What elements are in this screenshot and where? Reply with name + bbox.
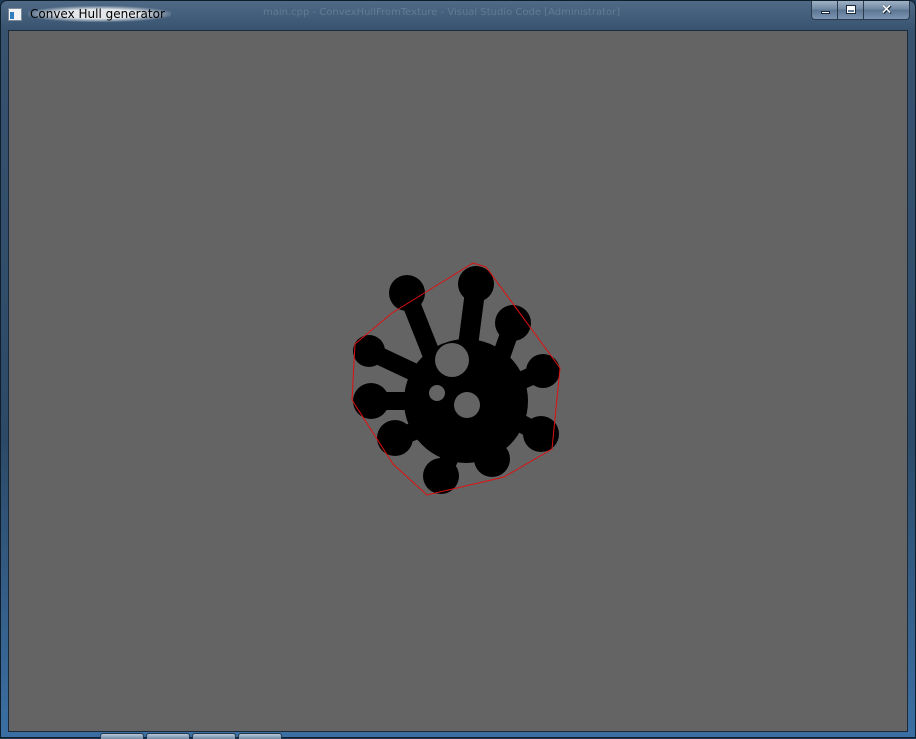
maximize-icon: [846, 5, 856, 14]
taskbar-buttons: [100, 733, 282, 739]
minimize-button[interactable]: [811, 1, 838, 20]
minimize-icon: [821, 11, 830, 14]
taskbar-button[interactable]: [192, 733, 236, 739]
virus-hole-small: [429, 385, 445, 401]
render-canvas[interactable]: [8, 30, 908, 732]
window-app-icon[interactable]: [8, 8, 22, 21]
virus-shape-icon: [353, 266, 560, 494]
window-title: Convex Hull generator: [28, 6, 171, 22]
taskbar-button[interactable]: [100, 733, 144, 739]
close-icon: ✕: [880, 2, 893, 18]
canvas-drawing: [351, 262, 561, 496]
taskbar-button[interactable]: [146, 733, 190, 739]
taskbar-button[interactable]: [238, 733, 282, 739]
app-window: main.cpp - ConvexHullFromTexture - Visua…: [0, 0, 916, 738]
maximize-button[interactable]: [838, 1, 864, 20]
background-window-title: main.cpp - ConvexHullFromTexture - Visua…: [263, 7, 621, 18]
virus-hole-large: [435, 343, 469, 377]
caption-buttons: ✕: [811, 1, 910, 20]
virus-hole-medium: [454, 392, 480, 418]
close-button[interactable]: ✕: [864, 1, 910, 20]
title-bar[interactable]: main.cpp - ConvexHullFromTexture - Visua…: [1, 1, 915, 29]
